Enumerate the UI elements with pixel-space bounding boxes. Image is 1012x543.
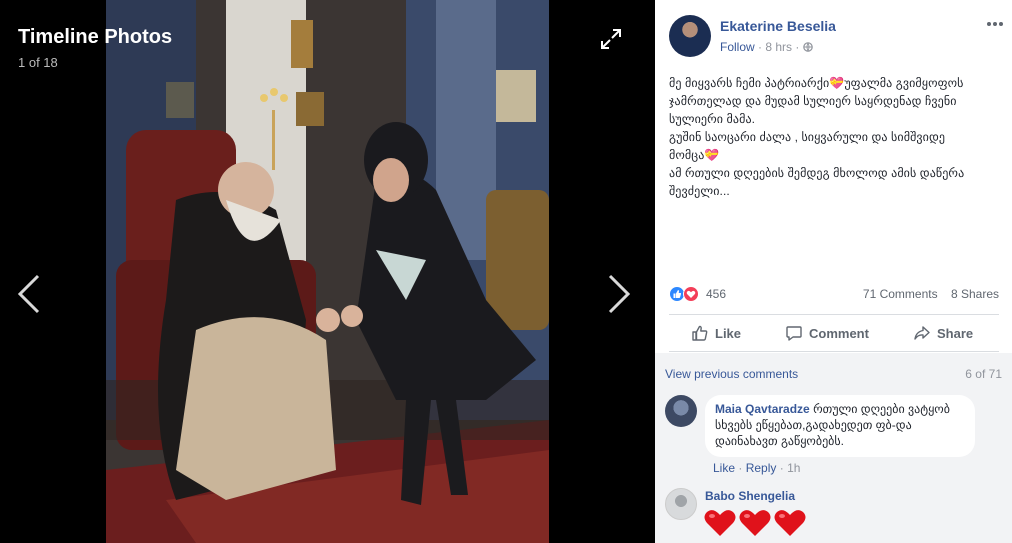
view-previous-comments-link[interactable]: View previous comments xyxy=(665,367,798,381)
author-avatar[interactable] xyxy=(669,15,711,57)
comment-button[interactable]: Comment xyxy=(785,315,869,351)
comment-time[interactable]: 1h xyxy=(787,461,800,475)
post-text-line: ჯამრთელად და მუდამ სულიერ საყრდენად ჩვენ… xyxy=(669,94,957,108)
comment-hearts xyxy=(703,508,807,538)
post-text-line: ამ რთული დღეების შემდეგ მხოლოდ ამის დაწე… xyxy=(669,166,965,180)
comment-bubble: Maia Qavtaradze რთული დღეები ვატყობ სხვე… xyxy=(705,395,975,457)
meta-separator: · xyxy=(795,40,803,54)
expand-icon[interactable] xyxy=(600,28,622,50)
comments-pagination: 6 of 71 xyxy=(965,367,1002,381)
more-options-icon[interactable] xyxy=(986,20,1004,28)
globe-icon xyxy=(802,42,813,53)
photo-counter: 1 of 18 xyxy=(18,55,58,70)
author-name[interactable]: Ekaterine Beselia xyxy=(720,18,836,34)
chevron-left-icon[interactable] xyxy=(16,272,42,316)
commenter-avatar[interactable] xyxy=(665,488,697,520)
photo-illustration xyxy=(106,0,549,543)
post-meta: Follow · 8 hrs · xyxy=(720,40,813,54)
heart-emoji-icon xyxy=(704,510,736,536)
share-label: Share xyxy=(937,325,974,341)
comment-reply-link[interactable]: Reply xyxy=(746,461,777,475)
chevron-right-icon[interactable] xyxy=(606,272,632,316)
shares-count[interactable]: 8 Shares xyxy=(951,287,999,301)
commenter-name[interactable]: Maia Qavtaradze xyxy=(715,402,810,416)
like-reaction-icon xyxy=(669,286,685,302)
timeline-photo[interactable] xyxy=(106,0,549,543)
comment-actions: Like · Reply · 1h xyxy=(713,461,800,475)
commenter-name[interactable]: Babo Shengelia xyxy=(705,489,795,503)
stats-spacer xyxy=(941,287,948,301)
post-time[interactable]: 8 hrs xyxy=(765,40,792,54)
love-reaction-icon xyxy=(683,286,699,302)
reaction-icons[interactable] xyxy=(669,286,703,302)
thumbs-up-icon xyxy=(692,325,708,341)
action-separator: · xyxy=(738,461,746,475)
comments-shares: 71 Comments 8 Shares xyxy=(863,287,999,301)
share-arrow-icon xyxy=(914,326,930,340)
commenter-avatar[interactable] xyxy=(665,395,697,427)
like-label: Like xyxy=(715,325,742,341)
post-text: მე მიყვარს ჩემი პატრიარქი💝უფალმა გვიმყოფ… xyxy=(669,74,999,200)
share-button[interactable]: Share xyxy=(913,315,973,351)
post-text-line: შევძელი... xyxy=(669,184,730,198)
comment-like-link[interactable]: Like xyxy=(713,461,735,475)
heart-emoji-icon xyxy=(739,510,771,536)
photo-viewer: Timeline Photos 1 of 18 xyxy=(0,0,655,543)
comments-section: View previous comments 6 of 71 Maia Qavt… xyxy=(655,353,1012,543)
post-sidebar: Ekaterine Beselia Follow · 8 hrs · მე მი… xyxy=(655,0,1012,543)
post-actions: Like Comment Share xyxy=(669,314,999,352)
like-button[interactable]: Like xyxy=(691,315,741,351)
comments-count[interactable]: 71 Comments xyxy=(863,287,938,301)
reaction-count[interactable]: 456 xyxy=(706,287,726,301)
post-text-line: სულიერი მამა. xyxy=(669,112,756,126)
follow-link[interactable]: Follow xyxy=(720,40,755,54)
comment-label: Comment xyxy=(809,325,869,341)
heart-emoji-icon xyxy=(774,510,806,536)
post-text-line: მე მიყვარს ჩემი პატრიარქი💝უფალმა გვიმყოფ… xyxy=(669,76,964,90)
post-header: Ekaterine Beselia Follow · 8 hrs · xyxy=(669,14,1004,58)
post-text-line: გუშინ საოცარი ძალა , სიყვარული და სიმშვი… xyxy=(669,130,946,144)
reactions-summary: 456 71 Comments 8 Shares xyxy=(669,283,999,305)
action-separator: · xyxy=(779,461,788,475)
viewer-title: Timeline Photos xyxy=(18,26,173,48)
post-text-line: მომცა💝 xyxy=(669,148,720,162)
comment-bubble-icon xyxy=(786,326,802,341)
